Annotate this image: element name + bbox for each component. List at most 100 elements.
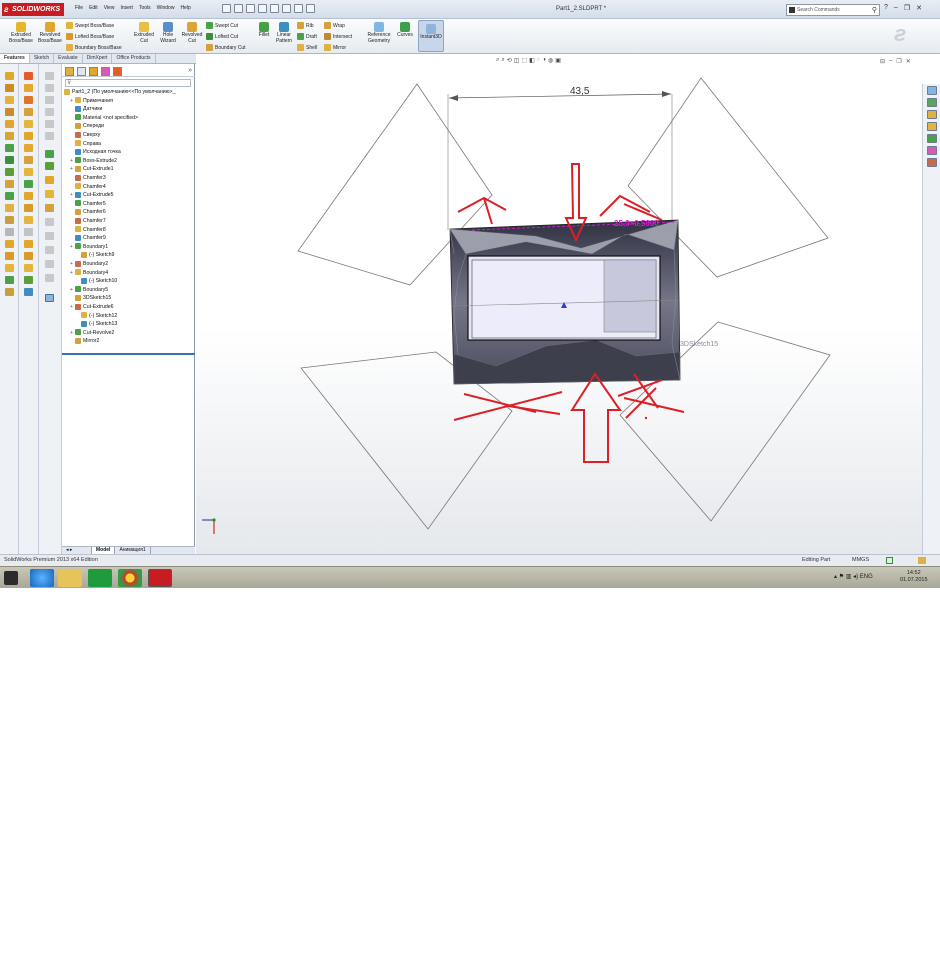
tool-icon[interactable] xyxy=(5,204,14,212)
system-clock[interactable]: 14:52 01.07.2015 xyxy=(900,570,928,584)
undo-icon[interactable] xyxy=(270,4,279,13)
tab-scroll-arrows[interactable]: ◂ ▸ xyxy=(62,547,92,554)
tool-icon[interactable] xyxy=(5,264,14,272)
instant3d-button[interactable]: Instant3D xyxy=(418,20,444,52)
file-explorer-icon[interactable] xyxy=(927,110,937,119)
file-explorer-taskbar-icon[interactable] xyxy=(58,569,82,587)
mirror-button[interactable]: Mirror xyxy=(324,44,346,51)
design-library-icon[interactable] xyxy=(927,98,937,107)
menu-view[interactable]: View xyxy=(101,5,118,11)
draft-button[interactable]: Draft xyxy=(297,33,317,40)
tool-icon[interactable] xyxy=(45,218,54,226)
tool-icon[interactable] xyxy=(45,190,54,198)
menu-window[interactable]: Window xyxy=(154,5,178,11)
restore-icon[interactable]: ❐ xyxy=(904,4,910,12)
boundary-cut-button[interactable]: Boundary Cut xyxy=(206,44,246,51)
close-icon[interactable]: ✕ xyxy=(916,4,922,12)
appearances-icon[interactable] xyxy=(927,146,937,155)
configuration-manager-icon[interactable] xyxy=(89,67,98,76)
tree-node[interactable]: Mirror2 xyxy=(70,337,99,346)
tool-icon[interactable] xyxy=(24,120,33,128)
tool-icon[interactable] xyxy=(24,96,33,104)
tool-icon[interactable] xyxy=(5,84,14,92)
tray-volume-icon[interactable]: ◂) xyxy=(853,574,858,580)
search-commands-input[interactable]: Search Commands ⚲ xyxy=(786,4,880,16)
tab-model[interactable]: Model xyxy=(92,547,116,554)
feature-manager-icon[interactable] xyxy=(65,67,74,76)
tool-icon[interactable] xyxy=(24,252,33,260)
tool-icon[interactable] xyxy=(45,84,54,92)
rebuild-icon[interactable] xyxy=(294,4,303,13)
custom-properties-icon[interactable] xyxy=(927,158,937,167)
rebuild-status-icon[interactable] xyxy=(886,557,893,564)
search-icon[interactable]: ⚲ xyxy=(872,6,877,14)
fillet-button[interactable]: Fillet xyxy=(254,22,274,39)
swept-boss-button[interactable]: Swept Boss/Base xyxy=(66,22,114,29)
tool-icon[interactable] xyxy=(5,252,14,260)
tray-language[interactable]: ENG xyxy=(860,574,873,580)
tool-icon[interactable] xyxy=(24,156,33,164)
tray-network-icon[interactable]: ▥ xyxy=(846,574,852,580)
tool-icon[interactable] xyxy=(5,144,14,152)
tool-icon[interactable] xyxy=(24,228,33,236)
tree-filter-input[interactable]: ⊽ xyxy=(65,79,191,87)
tool-icon[interactable] xyxy=(5,228,14,236)
tool-icon[interactable] xyxy=(45,274,54,282)
rollback-bar[interactable] xyxy=(62,353,195,355)
linear-pattern-button[interactable]: Linear Pattern xyxy=(272,22,296,44)
search-scope-icon[interactable] xyxy=(789,7,795,13)
print-icon[interactable] xyxy=(258,4,267,13)
tab-sketch[interactable]: Sketch xyxy=(30,54,55,63)
curves-button[interactable]: Curves xyxy=(394,22,416,39)
wrap-button[interactable]: Wrap xyxy=(324,22,345,29)
help-icon[interactable]: ? xyxy=(884,4,888,12)
minimize-icon[interactable]: – xyxy=(894,4,898,12)
tool-icon[interactable] xyxy=(45,176,54,184)
tool-icon[interactable] xyxy=(5,156,14,164)
tray-flag-icon[interactable]: ⚑ xyxy=(839,574,844,580)
menu-help[interactable]: Help xyxy=(177,5,193,11)
tool-icon[interactable] xyxy=(5,120,14,128)
tool-icon[interactable] xyxy=(45,204,54,212)
lofted-cut-button[interactable]: Lofted Cut xyxy=(206,33,238,40)
tool-icon[interactable] xyxy=(45,132,54,140)
tool-icon[interactable] xyxy=(45,120,54,128)
tool-icon[interactable] xyxy=(5,276,14,284)
options-status-icon[interactable] xyxy=(918,557,926,564)
tool-icon[interactable] xyxy=(24,216,33,224)
view-palette-icon[interactable] xyxy=(927,134,937,143)
tool-icon[interactable] xyxy=(45,108,54,116)
new-document-icon[interactable] xyxy=(222,4,231,13)
tool-icon[interactable] xyxy=(5,240,14,248)
tool-icon[interactable] xyxy=(45,260,54,268)
tool-icon[interactable] xyxy=(5,72,14,80)
lofted-boss-button[interactable]: Lofted Boss/Base xyxy=(66,33,114,40)
tool-icon[interactable] xyxy=(24,264,33,272)
tool-icon[interactable] xyxy=(45,162,54,170)
magenta-dimension-value[interactable]: 25,0×0,5000 xyxy=(614,219,659,228)
tool-icon[interactable] xyxy=(24,276,33,284)
chrome-icon[interactable] xyxy=(118,569,142,587)
tool-icon[interactable] xyxy=(45,294,54,302)
tool-icon[interactable] xyxy=(5,168,14,176)
dimension-value[interactable]: 43,5 xyxy=(570,86,590,97)
revolved-cut-button[interactable]: Revolved Cut xyxy=(178,22,206,44)
tool-icon[interactable] xyxy=(24,168,33,176)
tool-icon[interactable] xyxy=(5,288,14,296)
revolved-boss-button[interactable]: Revolved Boss/Base xyxy=(36,22,64,44)
tray-arrow-icon[interactable]: ▴ xyxy=(834,574,837,580)
tool-icon[interactable] xyxy=(45,72,54,80)
save-icon[interactable] xyxy=(246,4,255,13)
select-icon[interactable] xyxy=(282,4,291,13)
swept-cut-button[interactable]: Swept Cut xyxy=(206,22,238,29)
tool-icon[interactable] xyxy=(24,72,33,80)
start-icon[interactable] xyxy=(4,571,18,585)
tool-icon[interactable] xyxy=(5,96,14,104)
tab-office-products[interactable]: Office Products xyxy=(112,54,156,63)
tool-icon[interactable] xyxy=(24,180,33,188)
internet-explorer-icon[interactable] xyxy=(30,569,54,587)
menu-tools[interactable]: Tools xyxy=(136,5,154,11)
status-units[interactable]: MMGS xyxy=(852,557,869,563)
store-icon[interactable] xyxy=(88,569,112,587)
tab-features[interactable]: Features xyxy=(0,54,30,63)
